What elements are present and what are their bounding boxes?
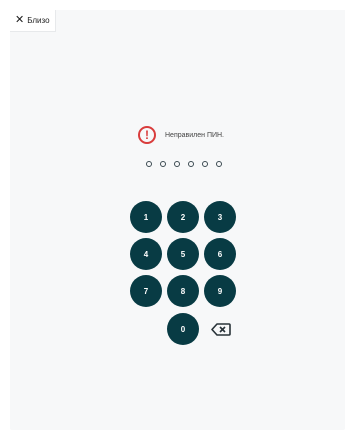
- backspace-button[interactable]: [209, 320, 233, 338]
- close-icon: ✕: [15, 14, 25, 26]
- key-5[interactable]: 5: [167, 238, 199, 270]
- alert-circle-icon: !: [138, 126, 156, 144]
- backspace-icon: [211, 322, 231, 336]
- key-7[interactable]: 7: [130, 275, 162, 307]
- error-text: Неправилен ПИН.: [165, 131, 225, 139]
- pin-dot: [188, 161, 194, 167]
- pin-dots: [146, 161, 222, 167]
- close-label: Близо: [27, 16, 50, 25]
- key-9[interactable]: 9: [204, 275, 236, 307]
- key-6[interactable]: 6: [204, 238, 236, 270]
- pin-dot: [216, 161, 222, 167]
- pin-panel: ✕ Близо ! Неправилен ПИН. 1 2 3 4 5 6 7 …: [10, 10, 345, 430]
- key-2[interactable]: 2: [167, 201, 199, 233]
- key-3[interactable]: 3: [204, 201, 236, 233]
- error-message: ! Неправилен ПИН.: [138, 126, 224, 144]
- key-1[interactable]: 1: [130, 201, 162, 233]
- key-8[interactable]: 8: [167, 275, 199, 307]
- key-0[interactable]: 0: [167, 313, 199, 345]
- topbar: ✕ Близо: [10, 10, 345, 32]
- close-button[interactable]: ✕ Близо: [10, 10, 56, 32]
- pin-dot: [146, 161, 152, 167]
- pin-dot: [174, 161, 180, 167]
- key-4[interactable]: 4: [130, 238, 162, 270]
- pin-dot: [160, 161, 166, 167]
- pin-dot: [202, 161, 208, 167]
